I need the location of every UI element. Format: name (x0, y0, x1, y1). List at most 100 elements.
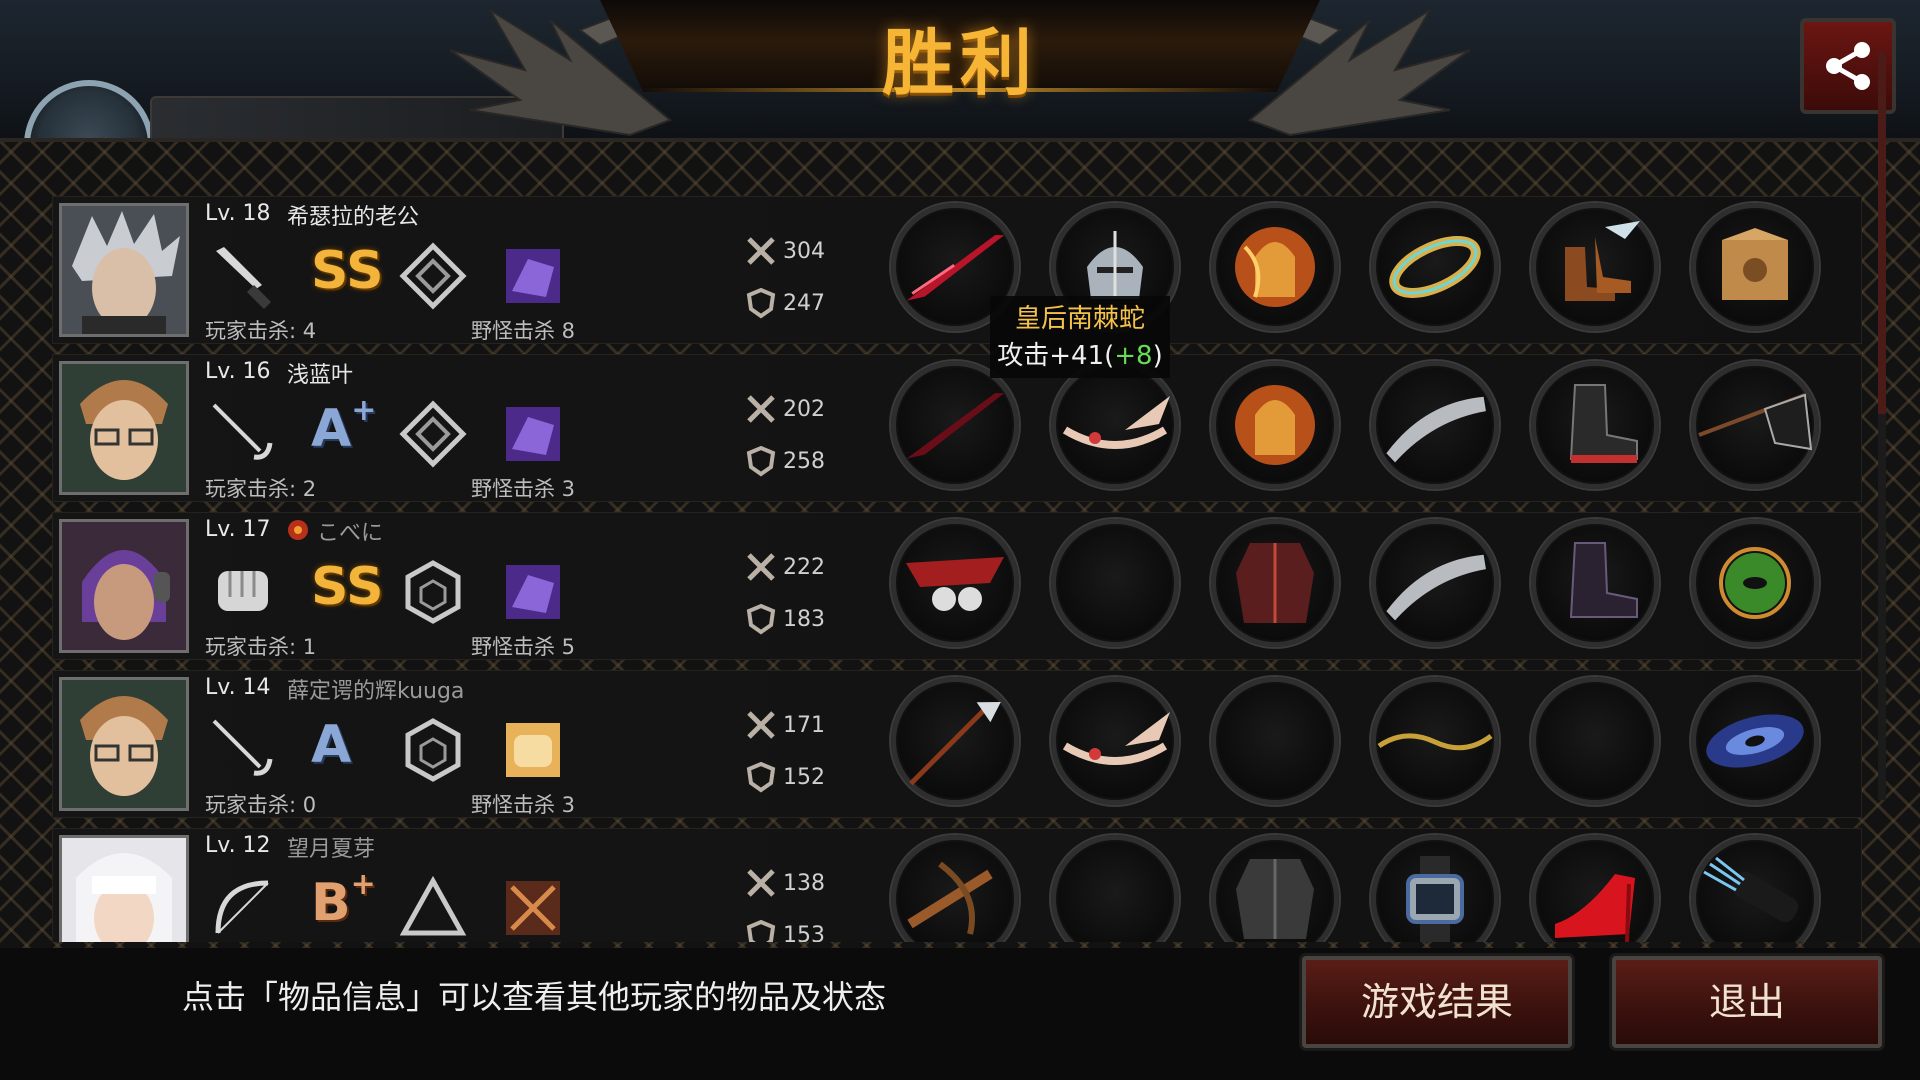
player-kills: 玩家击杀: 4 (205, 319, 317, 343)
item-slot[interactable] (1051, 519, 1179, 647)
rapier-icon (212, 719, 273, 776)
player-row[interactable]: Lv. 14 薛定谔的辉kuuga A 玩家击杀: 0 野怪击杀 3 171 1… (52, 670, 1862, 818)
player-row[interactable]: Lv. 17 こべに SS 玩家击杀: 1 野怪击杀 5 222 183 (52, 512, 1862, 660)
purple-beast-skill-icon[interactable] (498, 399, 568, 469)
player-kills: 玩家击杀: 0 (205, 793, 317, 817)
player-row[interactable]: Lv. 18 希瑟拉的老公 SS 玩家击杀: 4 野怪击杀 8 304 247 (52, 196, 1862, 344)
grade-badge: A (311, 715, 352, 775)
flame-armor-icon (1235, 385, 1315, 465)
item-slot[interactable] (1051, 677, 1179, 805)
spear-icon (909, 701, 1001, 786)
cat-box-icon (1722, 228, 1788, 300)
player-level: Lv. 12 (205, 833, 271, 858)
bread-skill-icon[interactable] (498, 715, 568, 785)
monster-kills: 野怪击杀 8 (471, 319, 576, 343)
black-flag-icon (1698, 393, 1813, 451)
scrollbar-thumb[interactable] (1878, 52, 1886, 414)
defense-value: 152 (783, 765, 825, 790)
attack-value: 222 (783, 555, 825, 580)
flame-emblem-icon (288, 520, 308, 540)
item-slot[interactable] (1051, 835, 1179, 942)
tooltip-stat: 攻击+41(+8) (997, 341, 1163, 371)
jeweled-bracelet-icon (1389, 236, 1481, 298)
player-row[interactable]: Lv. 16 浅蓝叶 A+ 玩家击杀: 2 野怪击杀 3 202 258 (52, 354, 1862, 502)
attack-value: 171 (783, 713, 825, 738)
defense-shield-icon (746, 603, 776, 635)
defense-value: 258 (783, 449, 825, 474)
item-slot[interactable] (1371, 203, 1499, 331)
attack-value: 138 (783, 871, 825, 896)
item-slot[interactable] (1691, 519, 1819, 647)
purple-beast-skill-icon[interactable] (498, 557, 568, 627)
purple-beast-skill-icon[interactable] (498, 241, 568, 311)
item-slot[interactable] (1051, 361, 1179, 489)
player-name: こべに (317, 521, 384, 546)
galaxy-icon (1706, 714, 1804, 768)
attack-swords-icon (747, 869, 775, 897)
crossbow-icon (907, 861, 993, 935)
winged-boots-icon (1565, 221, 1640, 301)
item-slot[interactable] (1531, 361, 1659, 489)
hexagon-rank-icon (405, 560, 461, 624)
player-kills: 玩家击杀: 2 (205, 477, 317, 501)
attack-swords-icon (747, 553, 775, 581)
player-level: Lv. 14 (205, 675, 271, 700)
wristwatch-icon (1406, 856, 1464, 942)
game-results-button[interactable]: 游戏结果 (1302, 956, 1572, 1048)
player-portrait (59, 361, 189, 495)
item-slot[interactable] (1531, 677, 1659, 805)
monster-kills: 野怪击杀 3 (471, 793, 576, 817)
item-slot[interactable] (1691, 677, 1819, 805)
leather-jacket-icon (1236, 859, 1314, 939)
attack-swords-icon (747, 237, 775, 265)
tooltip-item-name: 皇后南棘蛇 (1014, 304, 1145, 334)
item-slot[interactable] (1371, 361, 1499, 489)
dark-boots-icon (1569, 542, 1638, 618)
item-slot[interactable] (1211, 677, 1339, 805)
scrollbar[interactable] (1878, 52, 1886, 800)
item-slot[interactable] (1371, 677, 1499, 805)
item-slot[interactable] (1691, 203, 1819, 331)
item-tooltip: 皇后南棘蛇 攻击+41(+8) (990, 296, 1170, 378)
share-icon (1826, 42, 1870, 90)
item-slot[interactable] (891, 677, 1019, 805)
player-level: Lv. 16 (205, 359, 271, 384)
grade-badge: SS (311, 241, 384, 301)
defense-shield-icon (746, 919, 776, 942)
skull-knuckle-icon (906, 557, 1004, 611)
player-level: Lv. 17 (205, 517, 271, 542)
item-slot[interactable] (1211, 835, 1339, 942)
red-blade-icon (906, 392, 1005, 459)
spiked-gauntlet-icon (1386, 396, 1486, 463)
defense-value: 247 (783, 291, 825, 316)
item-slot[interactable] (1531, 835, 1659, 942)
item-slot[interactable] (1531, 203, 1659, 331)
player-list[interactable]: Lv. 18 希瑟拉的老公 SS 玩家击杀: 4 野怪击杀 8 304 247 … (52, 196, 1862, 942)
player-portrait (59, 835, 189, 942)
monster-kills: 野怪击杀 3 (471, 477, 576, 501)
exit-button[interactable]: 退出 (1612, 956, 1882, 1048)
player-name: 望月夏芽 (287, 837, 376, 862)
item-slot[interactable] (1371, 835, 1499, 942)
item-slot[interactable] (1691, 835, 1819, 942)
vine-bracelet-icon (1377, 733, 1493, 751)
item-slot[interactable] (1371, 519, 1499, 647)
player-name: 薛定谔的辉kuuga (287, 679, 465, 704)
player-portrait (59, 519, 189, 653)
item-slot[interactable] (1691, 361, 1819, 489)
player-name: 浅蓝叶 (287, 363, 354, 388)
item-slot[interactable] (1211, 203, 1339, 331)
item-slot[interactable] (891, 835, 1019, 942)
player-kills: 玩家击杀: 1 (205, 635, 317, 659)
item-slot[interactable] (891, 519, 1019, 647)
crossed-weapons-skill-icon[interactable] (498, 873, 568, 942)
item-slot[interactable] (1531, 519, 1659, 647)
fist-icon (218, 571, 268, 611)
defense-shield-icon (746, 761, 776, 793)
grade-badge: SS (311, 557, 384, 617)
grade-badge: B+ (311, 867, 376, 933)
item-slot[interactable] (891, 361, 1019, 489)
player-row[interactable]: Lv. 12 望月夏芽 B+ 138 153 (52, 828, 1862, 942)
item-slot[interactable] (1211, 519, 1339, 647)
item-slot[interactable] (1211, 361, 1339, 489)
